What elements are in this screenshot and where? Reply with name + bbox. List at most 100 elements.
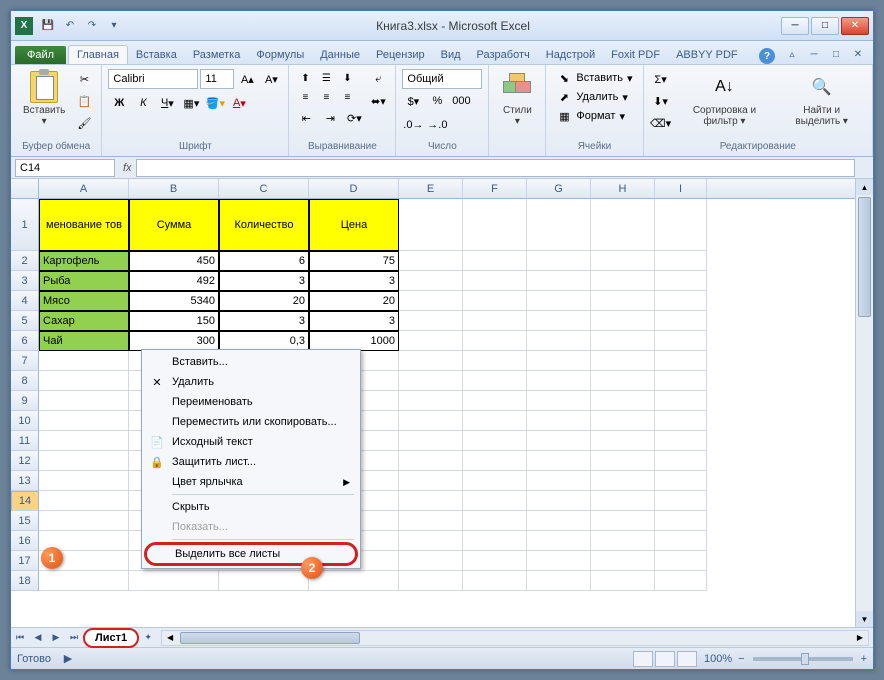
row-header[interactable]: 9: [11, 391, 39, 411]
cell[interactable]: [399, 531, 463, 551]
row-header[interactable]: 1: [11, 199, 39, 251]
cell[interactable]: [399, 311, 463, 331]
cell[interactable]: [655, 531, 707, 551]
cell[interactable]: [655, 391, 707, 411]
cell[interactable]: Сахар: [39, 311, 129, 331]
row-header[interactable]: 5: [11, 311, 39, 331]
cell[interactable]: [399, 431, 463, 451]
cell[interactable]: [591, 391, 655, 411]
context-menu-item[interactable]: Выделить все листы: [144, 542, 358, 566]
cell[interactable]: 3: [309, 271, 399, 291]
context-menu-item[interactable]: ✕Удалить: [144, 372, 358, 392]
cell[interactable]: [527, 511, 591, 531]
cell[interactable]: [527, 251, 591, 271]
insert-cells-button[interactable]: ⬊Вставить ▾: [552, 69, 636, 87]
font-color-button[interactable]: A▾: [228, 93, 250, 113]
styles-button[interactable]: Стили ▾: [495, 69, 539, 129]
cell[interactable]: [591, 511, 655, 531]
cell[interactable]: [591, 199, 655, 251]
cell[interactable]: [309, 571, 399, 591]
tab-data[interactable]: Данные: [312, 46, 368, 64]
cell[interactable]: [591, 371, 655, 391]
cell[interactable]: [399, 251, 463, 271]
cell[interactable]: [591, 271, 655, 291]
cell[interactable]: 5340: [129, 291, 219, 311]
cell[interactable]: Сумма: [129, 199, 219, 251]
cell[interactable]: [655, 311, 707, 331]
cell[interactable]: [399, 271, 463, 291]
cell[interactable]: [655, 331, 707, 351]
cell[interactable]: [591, 551, 655, 571]
fill-color-button[interactable]: 🪣▾: [204, 93, 226, 113]
orientation-button[interactable]: ⟳▾: [343, 108, 365, 128]
context-menu-item[interactable]: 🔒Защитить лист...: [144, 452, 358, 472]
cell[interactable]: [591, 351, 655, 371]
cell[interactable]: [591, 311, 655, 331]
align-right-button[interactable]: ≡: [337, 88, 357, 106]
cell[interactable]: [129, 571, 219, 591]
close-button[interactable]: ✕: [841, 17, 869, 35]
tab-view[interactable]: Вид: [433, 46, 469, 64]
cell[interactable]: [527, 431, 591, 451]
cell[interactable]: [463, 371, 527, 391]
tab-insert[interactable]: Вставка: [128, 46, 185, 64]
cell[interactable]: [591, 411, 655, 431]
cell[interactable]: [527, 471, 591, 491]
context-menu-item[interactable]: 📄Исходный текст: [144, 432, 358, 452]
cell[interactable]: [527, 391, 591, 411]
cell[interactable]: [527, 491, 591, 511]
zoom-slider[interactable]: [753, 657, 853, 661]
cell[interactable]: [399, 411, 463, 431]
cell[interactable]: [399, 331, 463, 351]
name-box[interactable]: C14: [15, 159, 115, 177]
doc-min-icon[interactable]: ─: [804, 44, 824, 64]
cell[interactable]: [463, 291, 527, 311]
clear-button[interactable]: ⌫▾: [650, 113, 672, 133]
scroll-thumb[interactable]: [858, 197, 871, 317]
cell[interactable]: [463, 411, 527, 431]
cell[interactable]: [655, 271, 707, 291]
fx-icon[interactable]: fx: [119, 162, 136, 174]
cell[interactable]: 300: [129, 331, 219, 351]
merge-button[interactable]: ⬌▾: [367, 91, 389, 111]
borders-button[interactable]: ▦▾: [180, 93, 202, 113]
zoom-out-button[interactable]: −: [738, 653, 744, 665]
number-format-select[interactable]: Общий: [402, 69, 482, 89]
row-header[interactable]: 14: [11, 491, 39, 511]
cell[interactable]: [399, 351, 463, 371]
cell[interactable]: [655, 371, 707, 391]
font-name-select[interactable]: Calibri: [108, 69, 198, 89]
decrease-indent-button[interactable]: ⇤: [295, 108, 317, 128]
tab-foxit[interactable]: Foxit PDF: [603, 46, 668, 64]
cell[interactable]: [39, 391, 129, 411]
format-cells-button[interactable]: ▦Формат ▾: [552, 107, 629, 125]
scroll-up-icon[interactable]: ▲: [856, 179, 873, 195]
cell[interactable]: [591, 491, 655, 511]
cell[interactable]: [527, 551, 591, 571]
cell[interactable]: Чай: [39, 331, 129, 351]
file-tab[interactable]: Файл: [15, 46, 66, 64]
cell[interactable]: [399, 371, 463, 391]
column-header-I[interactable]: I: [655, 179, 707, 198]
tab-formulas[interactable]: Формулы: [248, 46, 312, 64]
column-header-E[interactable]: E: [399, 179, 463, 198]
underline-button[interactable]: Ч▾: [156, 93, 178, 113]
cell[interactable]: [591, 531, 655, 551]
cell[interactable]: [463, 491, 527, 511]
cell[interactable]: Мясо: [39, 291, 129, 311]
row-header[interactable]: 7: [11, 351, 39, 371]
cell[interactable]: 20: [219, 291, 309, 311]
row-header[interactable]: 16: [11, 531, 39, 551]
qat-redo-icon[interactable]: ↷: [82, 16, 102, 36]
cell[interactable]: [655, 471, 707, 491]
cell[interactable]: [655, 451, 707, 471]
doc-restore-icon[interactable]: □: [826, 44, 846, 64]
fill-button[interactable]: ⬇▾: [650, 91, 672, 111]
cell[interactable]: [591, 571, 655, 591]
sheet-nav-last[interactable]: ⏭: [65, 629, 83, 647]
align-left-button[interactable]: ≡: [295, 88, 315, 106]
increase-decimal-button[interactable]: .0→: [402, 115, 424, 135]
shrink-font-button[interactable]: A▾: [260, 69, 282, 89]
cell[interactable]: [655, 571, 707, 591]
cell[interactable]: 75: [309, 251, 399, 271]
